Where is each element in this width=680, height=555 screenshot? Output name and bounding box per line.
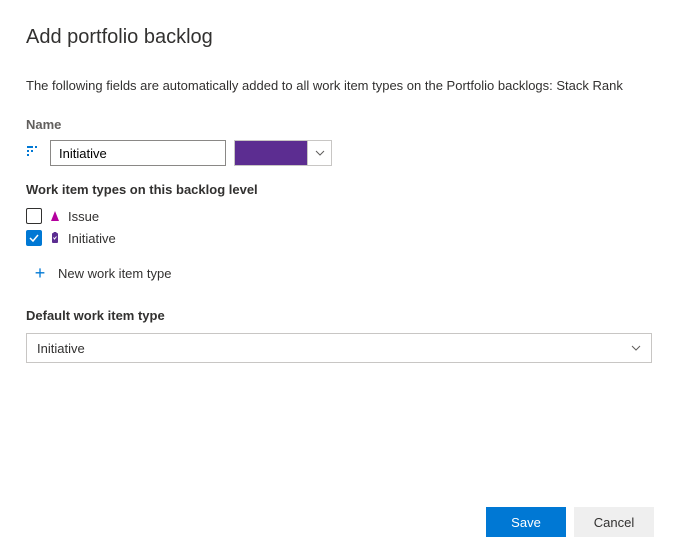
issue-label: Issue <box>68 209 99 224</box>
color-swatch <box>235 141 307 165</box>
save-button[interactable]: Save <box>486 507 566 537</box>
initiative-checkbox[interactable] <box>26 230 42 246</box>
chevron-down-icon <box>631 345 641 351</box>
initiative-label: Initiative <box>68 231 116 246</box>
backlog-type-icon <box>26 145 42 161</box>
plus-icon: + <box>32 263 48 284</box>
default-type-select[interactable]: Initiative <box>26 333 652 363</box>
initiative-icon <box>48 231 62 245</box>
issue-checkbox[interactable] <box>26 208 42 224</box>
cancel-button[interactable]: Cancel <box>574 507 654 537</box>
work-item-row-initiative: Initiative <box>26 227 654 249</box>
chevron-down-icon <box>315 150 325 156</box>
issue-icon <box>48 209 62 223</box>
color-dropdown-button[interactable] <box>307 141 331 165</box>
description-text: The following fields are automatically a… <box>26 77 654 95</box>
default-type-value: Initiative <box>37 341 85 356</box>
default-type-label: Default work item type <box>26 308 654 323</box>
work-item-types-label: Work item types on this backlog level <box>26 182 654 197</box>
work-item-row-issue: Issue <box>26 205 654 227</box>
new-work-item-type-label: New work item type <box>58 266 171 281</box>
name-row <box>26 140 654 166</box>
new-work-item-type-link[interactable]: + New work item type <box>26 259 654 288</box>
checkmark-icon <box>28 232 40 244</box>
dialog-footer: Save Cancel <box>486 507 654 537</box>
name-label: Name <box>26 117 654 132</box>
color-picker[interactable] <box>234 140 332 166</box>
name-input[interactable] <box>50 140 226 166</box>
dialog-title: Add portfolio backlog <box>26 26 654 49</box>
work-item-types-list: Issue Initiative <box>26 205 654 249</box>
